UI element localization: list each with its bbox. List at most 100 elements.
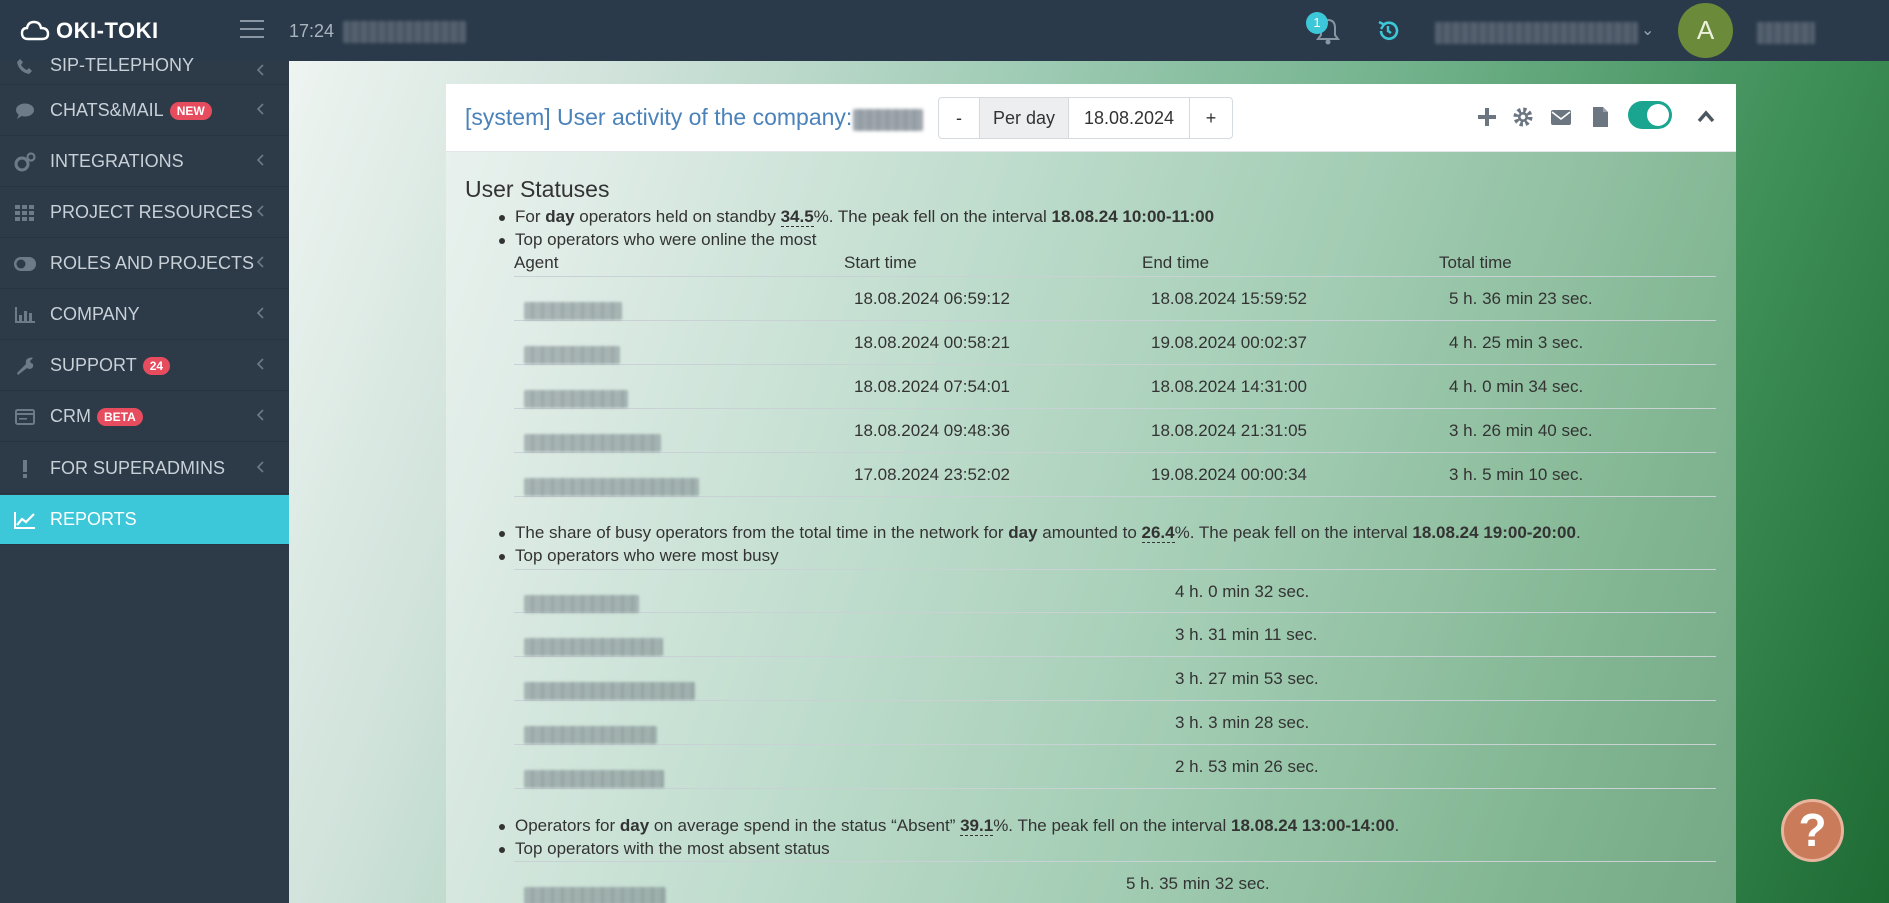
absent-percent[interactable]: 39.1 [960, 816, 994, 836]
sidebar-item-chats-mail[interactable]: CHATS&MAIL NEW [0, 86, 289, 136]
chevron-left-icon [256, 154, 264, 166]
date-input[interactable]: 18.08.2024 [1068, 97, 1190, 139]
bar-chart-icon [14, 304, 36, 326]
busy-heading: Top operators who were most busy [499, 546, 779, 565]
table-row: 18.08.2024 07:54:01 18.08.2024 14:31:00 … [514, 365, 1716, 409]
table-row: 3 h. 3 min 28 sec. [514, 701, 1716, 745]
text: amounted to [1037, 523, 1142, 542]
sidebar-item-crm[interactable]: CRM BETA [0, 392, 289, 442]
sidebar-item-label: ROLES AND PROJECTS [50, 253, 255, 273]
previous-period-button[interactable]: - [938, 97, 980, 139]
period-word: day [1008, 523, 1038, 542]
chevron-down-icon[interactable]: ⌄ [1641, 20, 1654, 40]
table-row: 18.08.2024 06:59:12 18.08.2024 15:59:52 … [514, 277, 1716, 321]
period-select[interactable]: Per day [979, 97, 1069, 139]
sidebar-item-label: FOR SUPERADMINS [50, 458, 226, 478]
text: The share of busy operators from the tot… [515, 523, 1009, 542]
redacted-user-name[interactable] [1757, 22, 1815, 44]
envelope-icon[interactable] [1550, 106, 1572, 128]
end-time: 18.08.2024 14:31:00 [1151, 377, 1307, 396]
gear-icon[interactable] [1512, 106, 1534, 128]
clock: 17:24 [289, 21, 335, 41]
table-row: 17.08.2024 23:52:02 19.08.2024 00:00:34 … [514, 453, 1716, 497]
redacted-company[interactable] [1435, 22, 1638, 44]
help-button[interactable]: ? [1781, 799, 1844, 862]
sidebar-item-label: REPORTS [50, 509, 137, 529]
sidebar-item-label: SIP-TELEPHONY [50, 55, 195, 75]
sidebar-item-sip-telephony[interactable]: SIP-TELEPHONY [0, 47, 289, 85]
column-end-time: End time [1142, 253, 1210, 272]
chevron-left-icon [256, 307, 264, 319]
support-count-badge: 24 [142, 356, 171, 375]
table-row: 3 h. 27 min 53 sec. [514, 657, 1716, 701]
sidebar-item-reports[interactable]: REPORTS [0, 495, 289, 545]
column-agent: Agent [514, 253, 559, 272]
sidebar-item-company[interactable]: COMPANY [0, 290, 289, 340]
sidebar-item-integrations[interactable]: INTEGRATIONS [0, 137, 289, 187]
peak-interval: 18.08.24 19:00-20:00 [1412, 523, 1576, 542]
report-panel: [system] User activity of the company: -… [446, 84, 1736, 903]
auto-refresh-toggle[interactable] [1628, 101, 1672, 129]
period-word: day [545, 207, 575, 226]
text: Operators for [515, 816, 620, 835]
busy-summary: The share of busy operators from the tot… [499, 523, 1581, 543]
document-icon[interactable] [1589, 106, 1611, 128]
sidebar-item-roles-and-projects[interactable]: ROLES AND PROJECTS [0, 239, 289, 289]
avatar[interactable]: A [1678, 3, 1733, 58]
online-table-header: Agent Start time End time Total time [514, 251, 1716, 277]
section-title: User Statuses [465, 176, 610, 202]
phone-icon [14, 55, 36, 77]
sidebar-item-for-superadmins[interactable]: FOR SUPERADMINS [0, 444, 289, 494]
cloud-logo-icon [20, 20, 50, 41]
text: operators held on standby [574, 207, 781, 226]
text: %. The peak fell on the interval [993, 816, 1232, 835]
period-word: day [619, 816, 650, 835]
text: . [1575, 523, 1581, 542]
table-row: 18.08.2024 00:58:21 19.08.2024 00:02:37 … [514, 321, 1716, 365]
plus-icon[interactable] [1476, 106, 1498, 128]
menu-toggle-icon[interactable] [240, 20, 264, 40]
sidebar-item-project-resources[interactable]: PROJECT RESOURCES [0, 188, 289, 238]
history-icon[interactable] [1375, 18, 1401, 44]
wrench-icon [14, 355, 36, 377]
sidebar: SIP-TELEPHONY CHATS&MAIL NEW INTEGRATION… [0, 55, 289, 903]
absent-summary: Operators for day on average spend in th… [498, 816, 1399, 836]
total-time: 4 h. 25 min 3 sec. [1449, 333, 1584, 352]
table-row: 2 h. 53 min 26 sec. [514, 745, 1716, 789]
logo[interactable]: OKI-TOKI [20, 18, 159, 44]
chevron-left-icon [256, 64, 264, 76]
chevron-left-icon [256, 256, 264, 268]
text: %. The peak fell on the interval [1174, 523, 1413, 542]
total-time: 3 h. 3 min 28 sec. [1175, 713, 1310, 732]
sidebar-item-label: PROJECT RESOURCES [50, 202, 253, 222]
chevron-up-icon[interactable] [1695, 106, 1717, 128]
total-time: 3 h. 26 min 40 sec. [1449, 421, 1593, 440]
sidebar-item-support[interactable]: SUPPORT 24 [0, 341, 289, 391]
panel-header: [system] User activity of the company: -… [446, 84, 1736, 152]
chevron-left-icon [256, 205, 264, 217]
end-time: 19.08.2024 00:00:34 [1151, 465, 1307, 484]
total-time: 4 h. 0 min 32 sec. [1175, 582, 1310, 601]
peak-interval: 18.08.24 10:00-11:00 [1051, 207, 1215, 226]
total-time: 3 h. 27 min 53 sec. [1175, 669, 1319, 688]
total-time: 3 h. 5 min 10 sec. [1449, 465, 1584, 484]
start-time: 18.08.2024 09:48:36 [854, 421, 1010, 440]
chevron-left-icon [256, 358, 264, 370]
start-time: 18.08.2024 06:59:12 [854, 289, 1010, 308]
next-period-button[interactable]: + [1189, 97, 1233, 139]
sidebar-item-label: COMPANY [50, 304, 140, 324]
gears-icon [14, 151, 36, 173]
toggle-icon [14, 253, 36, 275]
end-time: 18.08.2024 15:59:52 [1151, 289, 1307, 308]
sidebar-item-label: SUPPORT [50, 355, 137, 375]
logo-text: OKI-TOKI [56, 18, 159, 43]
standby-percent[interactable]: 34.5 [780, 207, 814, 227]
peak-interval: 18.08.24 13:00-14:00 [1231, 816, 1395, 835]
table-row: 18.08.2024 09:48:36 18.08.2024 21:31:05 … [514, 409, 1716, 453]
total-time: 4 h. 0 min 34 sec. [1449, 377, 1584, 396]
end-time: 19.08.2024 00:02:37 [1151, 333, 1307, 352]
chevron-left-icon [256, 409, 264, 421]
text: For [515, 207, 546, 226]
busy-percent[interactable]: 26.4 [1141, 523, 1175, 543]
line-chart-icon [14, 509, 36, 531]
